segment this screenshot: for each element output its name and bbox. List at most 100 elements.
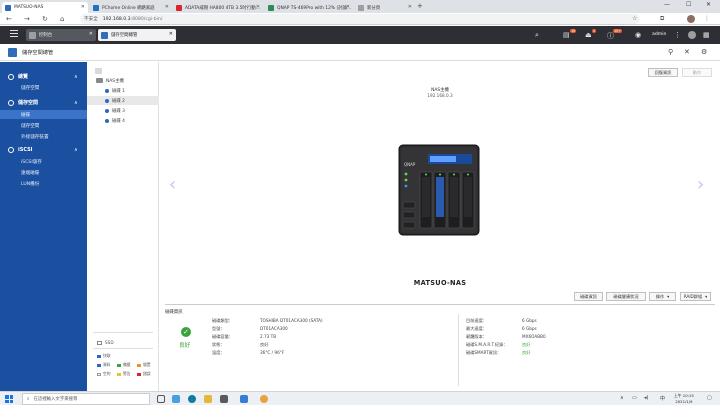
recover-button[interactable]: 回復資訊 (648, 68, 678, 77)
close-icon[interactable]: ✕ (684, 48, 690, 56)
browser-tab-new[interactable]: 新分頁 ✕ (355, 2, 415, 13)
not-secure-label[interactable]: 不安全 (84, 16, 98, 22)
tasks-badge: 10 (570, 29, 577, 33)
address-bar: ← → ↻ ⌂ 不安全 192.168.0.3 :8080/cgi-bin/ ☆… (0, 13, 720, 25)
store-icon[interactable] (220, 395, 228, 403)
external-device-icon[interactable]: ⏏ (585, 31, 592, 39)
url-field[interactable]: 不安全 192.168.0.3 :8080/cgi-bin/ (80, 14, 640, 24)
close-icon[interactable]: ✕ (346, 4, 350, 10)
taskbar-search-input[interactable]: ⌕ 在這裡輸入文字來搜尋 (22, 393, 150, 405)
expand-all-icon[interactable] (95, 68, 102, 74)
sidebar-section-overview[interactable]: 總覽 ∧ (8, 73, 78, 80)
browser-tab-pchome[interactable]: PChome Online 網路家庭 ✕ (90, 2, 172, 13)
cortana-icon[interactable] (172, 395, 180, 403)
task-view-icon[interactable] (157, 395, 165, 403)
raid-group-dropdown[interactable]: RAID群組 ▾ (680, 292, 711, 301)
close-icon[interactable]: ✕ (165, 4, 169, 10)
legend-label: 快取 (103, 353, 111, 358)
search-icon[interactable]: ⌕ (535, 31, 539, 40)
disk-info-title: 磁碟資訊 (165, 310, 183, 315)
tree-node-disk-2[interactable]: 磁碟 2 (87, 96, 159, 105)
chrome-icon[interactable] (260, 395, 268, 403)
operation-dropdown[interactable]: 操作 ▾ (649, 292, 676, 301)
sidebar-item-external-storage[interactable]: 外接儲存裝置 (0, 132, 87, 141)
sidebar-section-label: 總覽 (18, 74, 29, 80)
forward-icon[interactable]: → (24, 15, 30, 23)
main-menu-icon[interactable] (10, 30, 18, 39)
browser-tab-matsuo-nas[interactable]: MATSUO-NAS ✕ (2, 2, 88, 13)
bookmark-star-icon[interactable]: ☆ (632, 15, 637, 22)
maximize-icon[interactable]: ☐ (686, 1, 691, 8)
new-tab-icon[interactable]: + (417, 2, 423, 10)
sidebar-item-disks[interactable]: 磁碟 (0, 110, 87, 119)
temperature-value: 36°C / 96°F (260, 350, 285, 355)
legend-label: 警告 (123, 371, 131, 376)
tray-chevron-icon[interactable]: ∧ (620, 395, 624, 401)
user-icon[interactable]: ◉ (635, 31, 641, 39)
more-options-icon[interactable]: ⋮ (674, 31, 681, 39)
legend-empty: 空的 (97, 371, 111, 377)
volume-icon[interactable]: ◂) (644, 395, 648, 401)
close-icon[interactable]: ✕ (408, 4, 412, 10)
browser-tab-qnap[interactable]: QNAP TS-469Pro with 12% (討論… ✕ (265, 2, 353, 13)
chevron-up-icon[interactable]: ∧ (74, 74, 78, 80)
sidebar-item-iscsi-storage[interactable]: iSCSI儲存 (0, 157, 87, 166)
back-icon[interactable]: ← (6, 15, 12, 23)
settings-gear-icon[interactable]: ⚙ (701, 48, 707, 56)
dashboard-icon[interactable] (688, 31, 696, 39)
chevron-up-icon[interactable]: ∧ (74, 147, 78, 153)
notifications-icon[interactable]: ▢ (707, 395, 712, 401)
mail-icon[interactable] (240, 395, 248, 403)
chevron-up-icon[interactable]: ∧ (74, 100, 78, 106)
legend-label: 錯誤 (143, 371, 151, 376)
sidebar-section-iscsi[interactable]: iSCSI ∧ (8, 147, 78, 153)
sidebar-item-storage-space[interactable]: 儲存空間 (0, 121, 87, 130)
section-divider (165, 304, 715, 305)
prev-arrow-icon[interactable]: ‹ (169, 174, 176, 195)
tree-node-label: 磁碟 2 (112, 98, 125, 104)
profile-avatar[interactable] (687, 15, 695, 23)
user-menu[interactable]: admin (652, 32, 666, 37)
temperature-label: 溫度： (212, 350, 225, 355)
system-clock[interactable]: 上午 10:15 2021/1/9 (674, 393, 694, 404)
close-icon[interactable]: ✕ (169, 31, 173, 37)
legend-idle: 閒置 (137, 362, 151, 368)
qts-tab-storage-manager[interactable]: 儲存空間總管 ✕ (98, 29, 176, 41)
browser-menu-icon[interactable]: ⋮ (704, 15, 710, 22)
sidebar-item-storage-overview[interactable]: 儲存空間 (0, 83, 87, 92)
qts-tab-control-panel[interactable]: 控制台 ✕ (26, 29, 96, 41)
tree-node-disk-4[interactable]: 磁碟 4 (87, 116, 159, 125)
sidebar-item-lun-backup[interactable]: LUN備份 (0, 179, 87, 188)
extensions-icon[interactable]: ⧉ (660, 15, 664, 23)
minimize-icon[interactable]: — (664, 1, 670, 8)
sidebar-item-remote-disk[interactable]: 遠端磁碟 (0, 168, 87, 177)
capacity-value: 2.73 TB (260, 334, 277, 339)
current-speed-value: 6 Gbps (522, 318, 537, 323)
close-icon[interactable]: ✕ (89, 31, 93, 37)
clock-date: 2021/1/9 (675, 398, 693, 404)
home-icon[interactable]: ⌂ (60, 15, 64, 23)
tree-node-disk-3[interactable]: 磁碟 3 (87, 106, 159, 115)
disk-health-button[interactable]: 磁碟健康狀況 (606, 292, 646, 301)
edge-icon[interactable] (188, 395, 196, 403)
ime-icon[interactable]: 中 (660, 395, 665, 402)
tree-node-nas[interactable]: NAS主機 (87, 76, 159, 85)
file-explorer-icon[interactable] (204, 395, 212, 403)
sidebar-section-storage[interactable]: 儲存空間 ∧ (8, 99, 78, 106)
network-icon[interactable]: ▭ (632, 395, 637, 401)
search-icon[interactable]: ⚲ (668, 48, 673, 56)
resource-monitor-icon[interactable]: ▦ (703, 31, 710, 39)
sidebar-section-label: 儲存空間 (18, 100, 39, 106)
disk-info-button[interactable]: 磁碟資訊 (574, 292, 603, 301)
tree-node-label: 磁碟 3 (112, 108, 125, 114)
reload-icon[interactable]: ↻ (42, 15, 48, 23)
actions-button[interactable]: 動作 (682, 68, 712, 77)
browser-tab-adata[interactable]: ADATA威剛 HA800 4TB 3.5吋行動… ✕ (173, 2, 263, 13)
close-icon[interactable]: ✕ (256, 4, 260, 10)
close-icon[interactable]: ✕ (81, 4, 85, 10)
windows-start-icon[interactable] (5, 395, 13, 403)
close-window-icon[interactable]: ✕ (706, 1, 711, 8)
next-arrow-icon[interactable]: › (697, 174, 704, 195)
tree-node-disk-1[interactable]: 磁碟 1 (87, 86, 159, 95)
background-tasks-icon[interactable]: ▤ (563, 31, 570, 39)
